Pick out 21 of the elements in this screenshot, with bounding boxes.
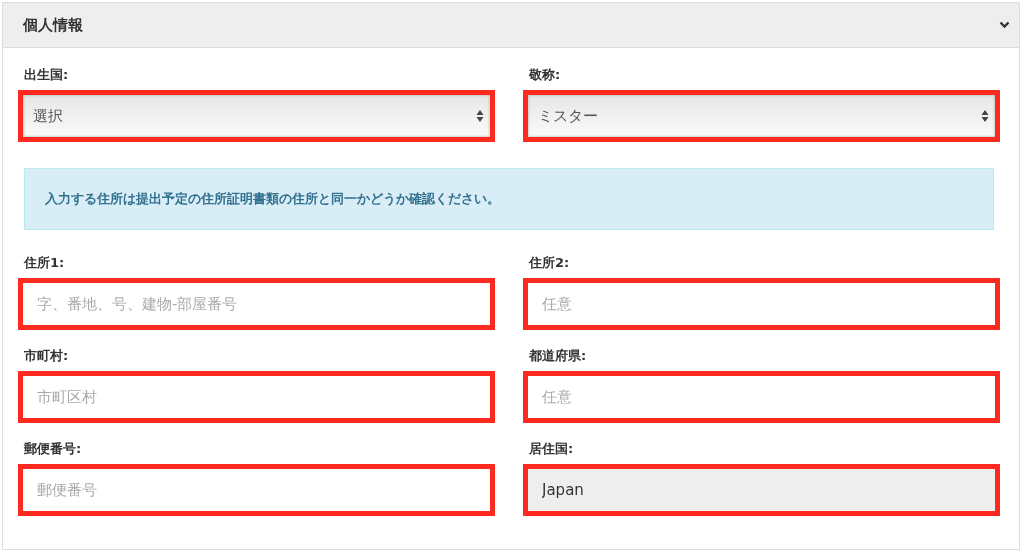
- chevron-icon: [999, 21, 1010, 29]
- field-label: 居住国:: [529, 440, 575, 458]
- field-label: 市町村:: [24, 347, 70, 365]
- input-field[interactable]: 任意: [523, 371, 1000, 423]
- sort-arrows-icon: [981, 109, 989, 123]
- select-field[interactable]: ミスター: [523, 90, 1000, 142]
- sort-arrows-icon: [476, 109, 484, 123]
- field-label: 住所2:: [529, 254, 571, 272]
- panel-title: 個人情報: [23, 15, 83, 35]
- input-field[interactable]: 字、番地、号、建物-部屋番号: [18, 278, 495, 330]
- input-field[interactable]: 市町区村: [18, 371, 495, 423]
- field-label: 郵便番号:: [24, 440, 83, 458]
- field-label: 都道府県:: [529, 347, 588, 365]
- field-label: 敬称:: [529, 66, 562, 84]
- input-field[interactable]: 郵便番号: [18, 464, 495, 516]
- notice-text: 入力する住所は提出予定の住所証明書類の住所と同一かどうか確認ください。: [45, 190, 500, 208]
- field-label: 住所1:: [24, 254, 66, 272]
- panel-header[interactable]: 個人情報: [3, 3, 1019, 48]
- select-field[interactable]: 選択: [18, 90, 495, 142]
- input-field[interactable]: 任意: [523, 278, 1000, 330]
- field-label: 出生国:: [24, 66, 70, 84]
